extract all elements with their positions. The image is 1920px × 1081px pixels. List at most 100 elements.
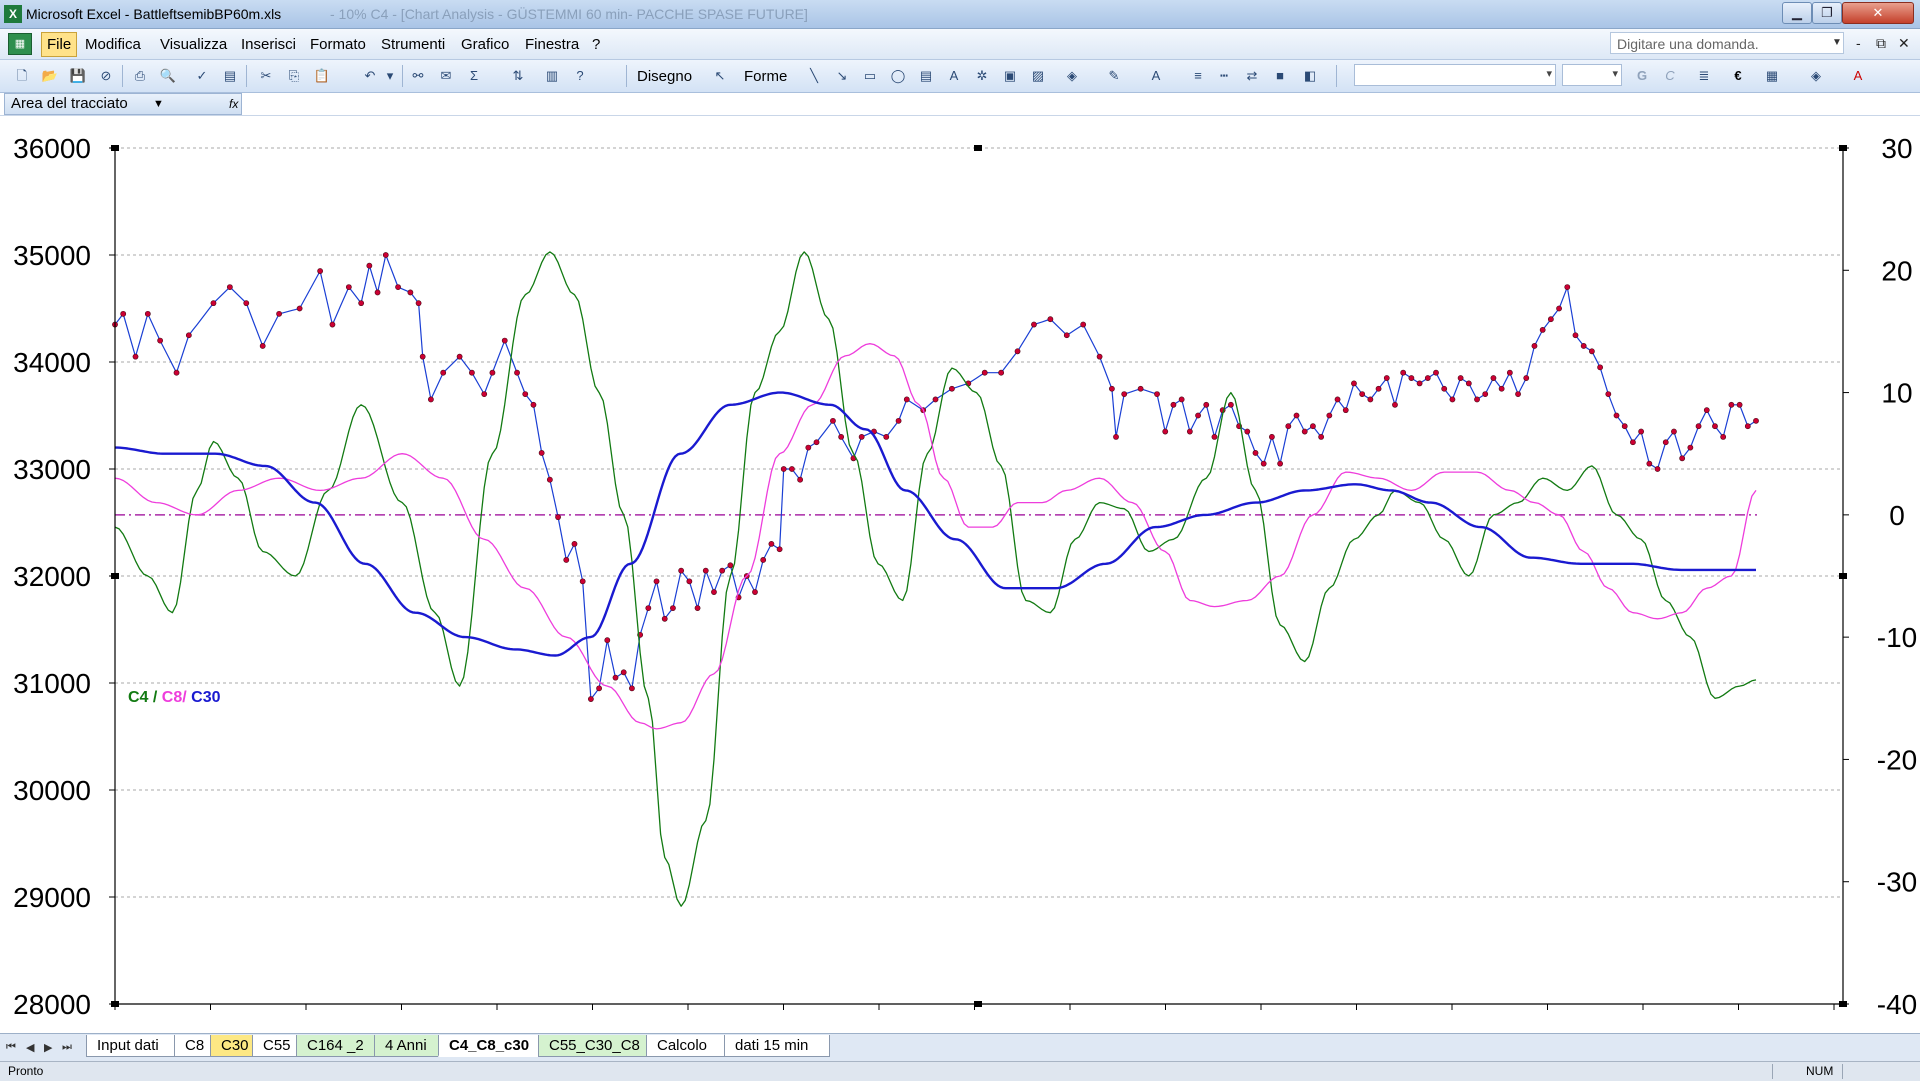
prev-sheet-icon[interactable]: ◀ [26, 1041, 34, 1054]
print-icon[interactable]: ⎙ [130, 66, 150, 86]
sheet-tab-c30[interactable]: C30 [210, 1035, 256, 1057]
chevron-down-icon[interactable]: ▼ [1832, 37, 1842, 48]
restore-button[interactable]: ❐ [1812, 2, 1842, 24]
minimize-button[interactable]: ▁ [1782, 2, 1812, 24]
menu-strumenti[interactable]: Strumenti [381, 36, 445, 53]
menu-visualizza[interactable]: Visualizza [160, 36, 227, 53]
menu-grafico[interactable]: Grafico [461, 36, 509, 53]
price-point [768, 540, 775, 547]
undo-icon[interactable]: ↶ [360, 66, 380, 86]
line-color-icon[interactable]: ✎ [1104, 66, 1124, 86]
draw-menu-button[interactable]: Disegno [637, 68, 692, 85]
textbox-icon[interactable]: ▤ [916, 66, 936, 86]
resize-handle[interactable] [1839, 573, 1847, 579]
resize-handle[interactable] [111, 1001, 119, 1007]
sheet-tab-dati-15-min[interactable]: dati 15 min [724, 1035, 830, 1057]
spelling-icon[interactable]: ✓ [192, 66, 212, 86]
resize-handle[interactable] [1839, 145, 1847, 151]
fill-bucket-icon[interactable]: ◈ [1806, 66, 1826, 86]
align-icon[interactable]: ≣ [1694, 66, 1714, 86]
3d-icon[interactable]: ◧ [1300, 66, 1320, 86]
picture-icon[interactable]: ▨ [1028, 66, 1048, 86]
price-point [530, 401, 537, 408]
arrow-style-icon[interactable]: ⇄ [1242, 66, 1262, 86]
text-color-icon[interactable]: A [1848, 66, 1868, 86]
resize-handle[interactable] [1839, 1001, 1847, 1007]
format-selection-icon[interactable]: fx [229, 94, 238, 114]
font-color-icon[interactable]: A [1146, 66, 1166, 86]
chart-object-selector[interactable]: Area del tracciato ▼ fx [4, 93, 242, 115]
arrow-tool-icon[interactable]: ↘ [832, 66, 852, 86]
last-sheet-icon[interactable]: ⏭ [62, 1041, 72, 1054]
new-icon[interactable]: 🗋 [12, 66, 32, 86]
paste-icon[interactable]: 📋 [312, 66, 332, 86]
sheet-tab-c164-2[interactable]: C164 _2 [296, 1035, 378, 1057]
chart-wizard-icon[interactable]: ▥ [542, 66, 562, 86]
shadow-icon[interactable]: ■ [1270, 66, 1290, 86]
menu-modifica[interactable]: Modifica [85, 36, 141, 53]
price-point [1318, 433, 1325, 440]
menu-inserisci[interactable]: Inserisci [241, 36, 296, 53]
menu-finestra[interactable]: Finestra [525, 36, 579, 53]
wordart-icon[interactable]: A [944, 66, 964, 86]
italic-icon[interactable]: C [1660, 66, 1680, 86]
sheet-tab-c55[interactable]: C55 [252, 1035, 300, 1057]
mdi-close-button[interactable]: ✕ [1898, 35, 1910, 52]
clipart-icon[interactable]: ▣ [1000, 66, 1020, 86]
mail-icon[interactable]: ✉ [436, 66, 456, 86]
font-name-dropdown[interactable] [1354, 64, 1556, 86]
price-point [1342, 407, 1349, 414]
print-preview-icon[interactable]: 🔍 [158, 66, 178, 86]
sheet-tab-input-dati[interactable]: Input dati [86, 1035, 178, 1057]
borders-icon[interactable]: ▦ [1762, 66, 1782, 86]
resize-handle[interactable] [974, 145, 982, 151]
price-point [596, 685, 602, 692]
line-tool-icon[interactable]: ╲ [804, 66, 824, 86]
euro-icon[interactable]: € [1728, 66, 1748, 86]
price-point [489, 369, 496, 376]
help-search-input[interactable]: Digitare una domanda. [1610, 32, 1844, 54]
redo-icon[interactable]: ▾ [380, 66, 400, 86]
sort-icon[interactable]: ⇅ [508, 66, 528, 86]
chevron-down-icon[interactable]: ▼ [153, 94, 164, 114]
resize-handle[interactable] [111, 573, 119, 579]
next-sheet-icon[interactable]: ▶ [44, 1041, 52, 1054]
copy-icon[interactable]: ⎘ [284, 66, 304, 86]
shapes-menu-button[interactable]: Forme [744, 68, 787, 85]
line-style-icon[interactable]: ≡ [1188, 66, 1208, 86]
first-sheet-icon[interactable]: ⏮ [6, 1041, 16, 1054]
autosum-icon[interactable]: Σ [464, 66, 484, 86]
research-icon[interactable]: ▤ [220, 66, 240, 86]
sheet-tab-4-anni[interactable]: 4 Anni [374, 1035, 442, 1057]
save-icon[interactable]: 💾 [68, 66, 88, 86]
chart-document-icon[interactable]: ▦ [8, 33, 32, 55]
mdi-restore-button[interactable]: ⧉ [1876, 35, 1886, 52]
resize-handle[interactable] [111, 145, 119, 151]
mdi-minimize-button[interactable]: - [1856, 35, 1861, 51]
chart-area[interactable]: 36000 35000 34000 33000 32000 31000 30000 29000… [0, 116, 1920, 1032]
link-icon[interactable]: ⚯ [408, 66, 428, 86]
close-button[interactable]: ✕ [1842, 2, 1914, 24]
font-size-dropdown[interactable] [1562, 64, 1622, 86]
fill-color-icon[interactable]: ◈ [1062, 66, 1082, 86]
sheet-tab-calcolo[interactable]: Calcolo [646, 1035, 728, 1057]
dash-style-icon[interactable]: ┅ [1214, 66, 1234, 86]
diagram-icon[interactable]: ✲ [972, 66, 992, 86]
help-icon[interactable]: ? [570, 66, 590, 86]
cut-icon[interactable]: ✂ [256, 66, 276, 86]
sheet-tab-c55-c30-c8[interactable]: C55_C30_C8 [538, 1035, 650, 1057]
permission-icon[interactable]: ⊘ [96, 66, 116, 86]
sheet-tab-c4-c8-c30[interactable]: C4_C8_c30 [438, 1035, 542, 1057]
toolbar-separator [402, 65, 403, 87]
select-pointer-icon[interactable]: ↖ [710, 66, 730, 86]
rectangle-tool-icon[interactable]: ▭ [860, 66, 880, 86]
open-icon[interactable]: 📂 [40, 66, 60, 86]
bold-icon[interactable]: G [1632, 66, 1652, 86]
menu-help[interactable]: ? [592, 36, 600, 53]
resize-handle[interactable] [974, 1001, 982, 1007]
menu-formato[interactable]: Formato [310, 36, 366, 53]
oval-tool-icon[interactable]: ◯ [888, 66, 908, 86]
sheet-tab-c8[interactable]: C8 [174, 1035, 214, 1057]
menu-file[interactable]: File [41, 32, 78, 57]
excel-icon[interactable]: X [4, 5, 22, 23]
